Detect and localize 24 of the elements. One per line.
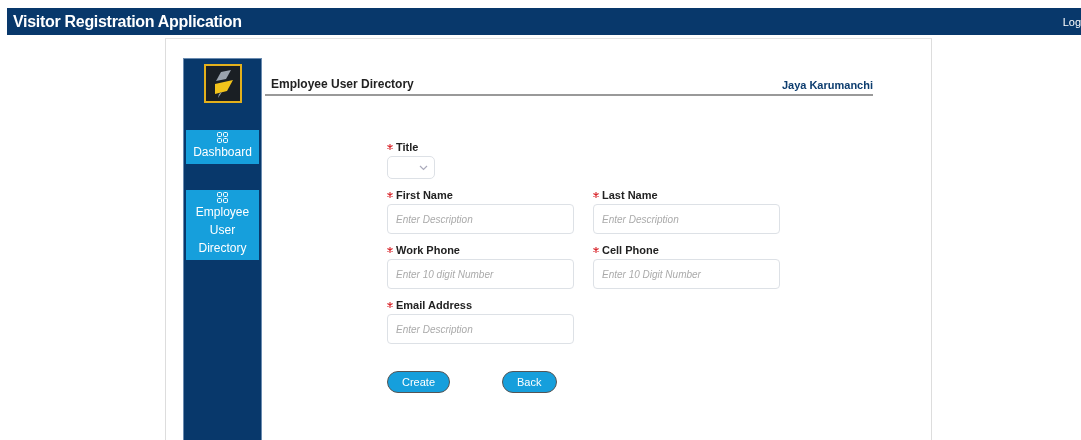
grid-icon — [217, 132, 228, 143]
input-field[interactable]: Enter Description — [387, 204, 574, 234]
title-select[interactable] — [387, 156, 435, 179]
sidebar-item[interactable]: Dashboard — [186, 130, 259, 164]
field-label: First Name — [396, 189, 453, 201]
field-label: Title — [396, 141, 419, 153]
app-title: Visitor Registration Application — [12, 12, 242, 31]
chevron-down-icon — [419, 164, 428, 171]
page-title: Employee User Directory — [271, 77, 414, 91]
grid-icon — [217, 192, 228, 203]
logo-icon — [203, 64, 242, 103]
field-label: Last Name — [602, 189, 658, 201]
field-label: Cell Phone — [602, 244, 659, 256]
form-button[interactable]: Back — [502, 371, 557, 393]
input-field[interactable]: Enter 10 digit Number — [387, 259, 574, 289]
form-button[interactable]: Create — [387, 371, 451, 393]
field-label: Email Address — [396, 299, 472, 311]
logout-link[interactable]: Log — [1062, 15, 1081, 28]
field-label: Work Phone — [396, 244, 460, 256]
sidebar-item[interactable]: Employee User Directory — [186, 190, 259, 260]
user-name: Jaya Karumanchi — [781, 79, 873, 91]
input-field[interactable]: Enter Description — [387, 314, 574, 344]
input-field[interactable]: Enter 10 Digit Number — [593, 259, 780, 289]
input-field[interactable]: Enter Description — [593, 204, 780, 234]
